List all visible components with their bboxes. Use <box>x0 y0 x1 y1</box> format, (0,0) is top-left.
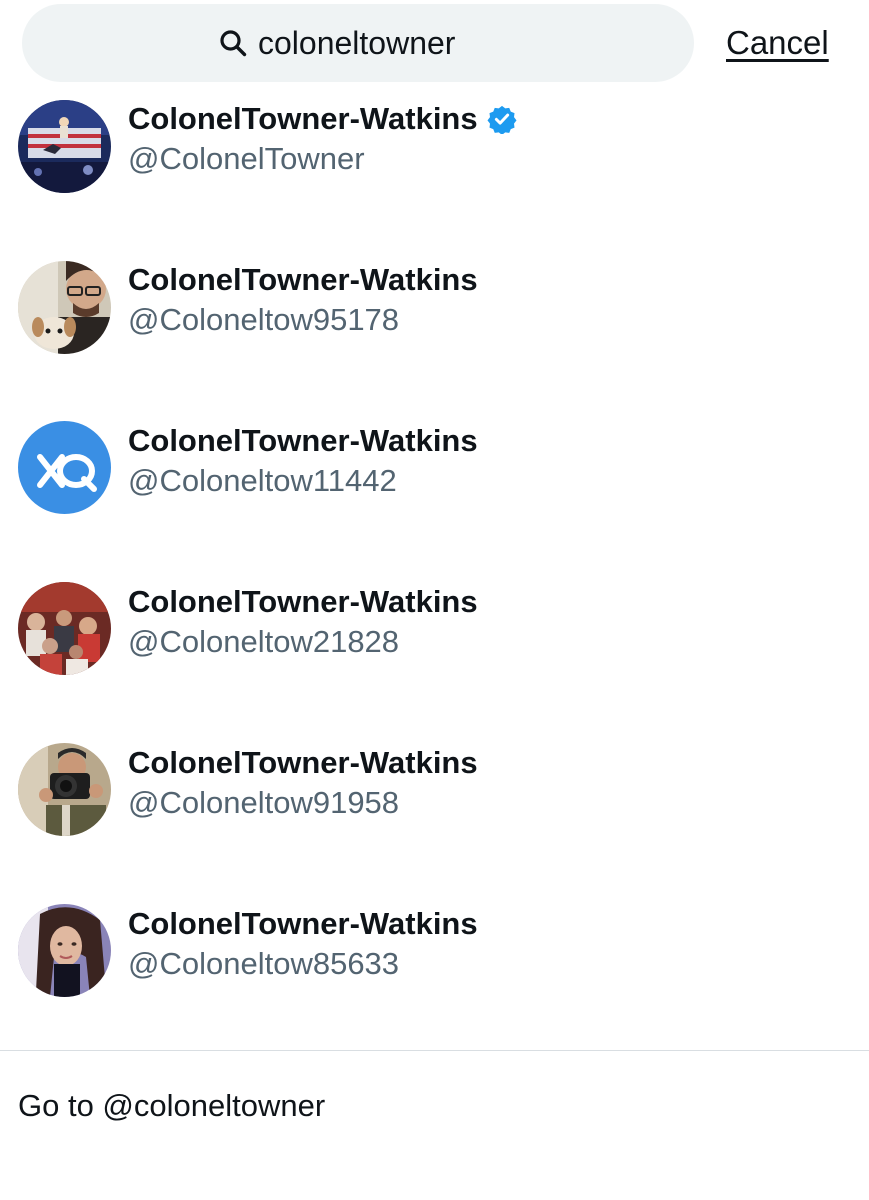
search-input[interactable] <box>258 24 498 62</box>
go-to-profile-link[interactable]: Go to @coloneltowner <box>18 1088 325 1124</box>
verified-badge-icon <box>487 104 517 135</box>
search-result-item[interactable]: ColonelTowner-Watkins @ColonelTowner <box>0 97 869 207</box>
user-handle: @Coloneltow85633 <box>128 946 400 981</box>
man-with-dog-avatar <box>18 261 111 354</box>
user-handle: @ColonelTowner <box>128 141 365 176</box>
display-name: ColonelTowner-Watkins <box>128 906 478 941</box>
user-handle: @Coloneltow11442 <box>128 463 397 498</box>
search-result-item[interactable]: ColonelTowner-Watkins @Coloneltow21828 <box>0 580 869 690</box>
display-name: ColonelTowner-Watkins <box>128 745 478 780</box>
display-name: ColonelTowner-Watkins <box>128 423 478 458</box>
display-name: ColonelTowner-Watkins <box>128 101 478 136</box>
user-handle: @Coloneltow91958 <box>128 785 400 820</box>
search-result-item[interactable]: ColonelTowner-Watkins @Coloneltow95178 <box>0 258 869 368</box>
crowd-avatar <box>18 582 111 675</box>
search-icon <box>218 28 248 58</box>
display-name: ColonelTowner-Watkins <box>128 262 478 297</box>
display-name: ColonelTowner-Watkins <box>128 584 478 619</box>
search-result-item[interactable]: ColonelTowner-Watkins @Coloneltow11442 <box>0 419 869 529</box>
user-handle: @Coloneltow95178 <box>128 302 400 337</box>
search-result-item[interactable]: ColonelTowner-Watkins @Coloneltow91958 <box>0 741 869 851</box>
cancel-button[interactable]: Cancel <box>726 24 829 62</box>
search-bar[interactable] <box>22 4 694 82</box>
blue-logo-avatar <box>18 421 111 514</box>
woman-portrait-avatar <box>18 904 111 997</box>
rally-crowd-avatar <box>18 100 111 193</box>
search-result-item[interactable]: ColonelTowner-Watkins @Coloneltow85633 <box>0 902 869 1012</box>
divider <box>0 1050 869 1051</box>
photographer-avatar <box>18 743 111 836</box>
user-handle: @Coloneltow21828 <box>128 624 400 659</box>
